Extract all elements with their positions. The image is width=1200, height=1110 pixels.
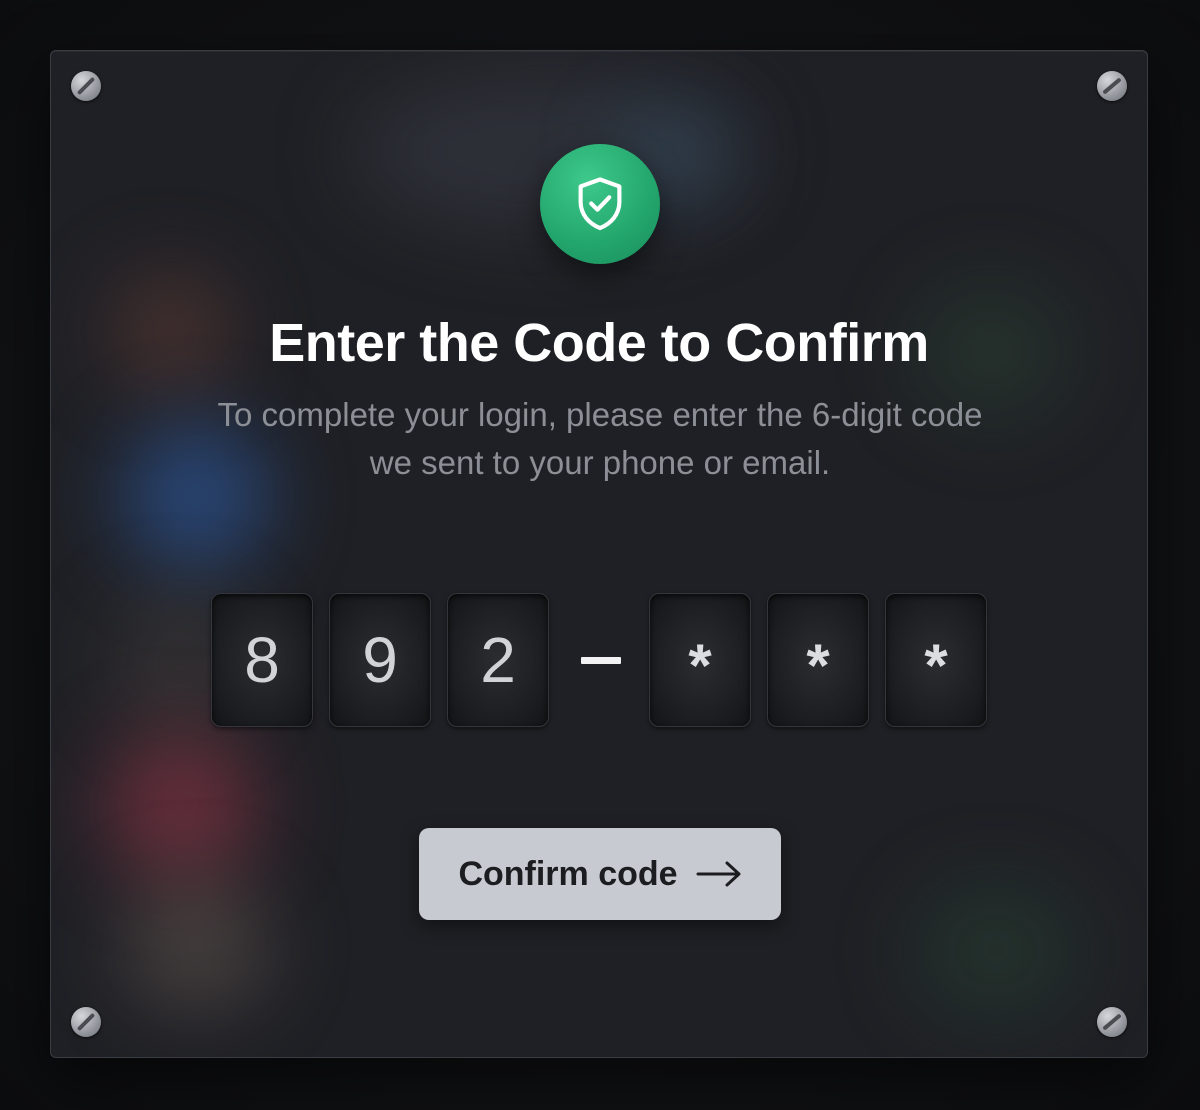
shield-check-icon bbox=[578, 177, 622, 231]
screw-icon bbox=[71, 1007, 101, 1037]
page-title: Enter the Code to Confirm bbox=[269, 313, 929, 373]
instructions-text: To complete your login, please enter the… bbox=[217, 396, 983, 481]
confirm-code-label: Confirm code bbox=[458, 854, 678, 893]
code-digit-5[interactable]: * bbox=[767, 593, 869, 727]
code-digit-6[interactable]: * bbox=[885, 593, 987, 727]
code-digit-3[interactable]: 2 bbox=[447, 593, 549, 727]
screw-icon bbox=[1097, 71, 1127, 101]
arrow-right-icon bbox=[696, 861, 741, 887]
code-digit-4[interactable]: * bbox=[649, 593, 751, 727]
code-separator bbox=[581, 657, 621, 664]
code-digit-2[interactable]: 9 bbox=[329, 593, 431, 727]
screw-icon bbox=[1097, 1007, 1127, 1037]
confirm-code-panel: Enter the Code to Confirm To complete yo… bbox=[50, 50, 1148, 1058]
code-input-group: 8 9 2 * * * bbox=[211, 593, 989, 729]
code-digit-1[interactable]: 8 bbox=[211, 593, 313, 727]
screw-icon bbox=[71, 71, 101, 101]
background-blur bbox=[121, 881, 271, 1011]
background-blur bbox=[101, 731, 261, 881]
background-blur bbox=[911, 881, 1081, 1021]
confirm-code-button[interactable]: Confirm code bbox=[419, 828, 781, 920]
shield-badge bbox=[540, 144, 660, 264]
